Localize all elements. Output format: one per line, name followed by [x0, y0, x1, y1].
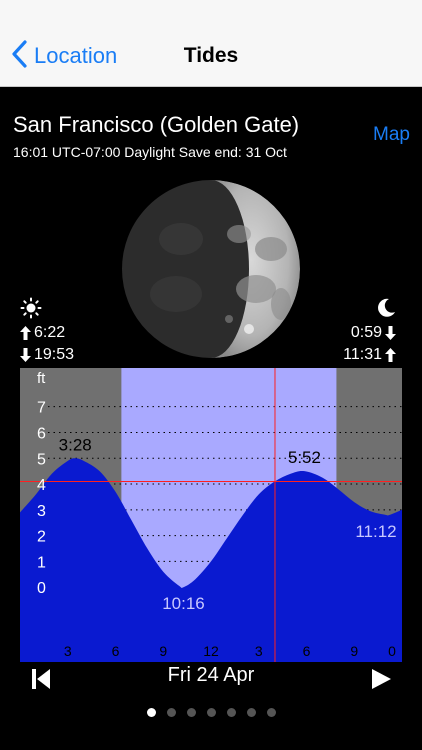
moon-phase-image — [121, 179, 301, 359]
arrow-up-icon — [385, 348, 396, 362]
y-tick-label: 1 — [37, 554, 46, 571]
moon-times: 0:59 11:31 — [343, 298, 396, 366]
y-tick-label: 2 — [37, 529, 46, 546]
page-dot[interactable] — [206, 708, 216, 717]
tide-chart[interactable]: ft 7 6 5 4 3 2 1 0 3 6 9 12 3 6 9 0 3:28 10:16 5:52 11:12 — [20, 368, 402, 662]
sun-icon — [20, 297, 42, 324]
x-tick-label: 6 — [112, 643, 120, 659]
sunrise-time: 6:22 — [34, 324, 66, 341]
tide-event-label: 5:52 — [288, 448, 321, 467]
page-indicator[interactable] — [0, 708, 422, 717]
arrow-down-icon — [20, 348, 31, 362]
map-button[interactable]: Map — [373, 124, 410, 146]
arrow-down-icon — [385, 326, 396, 340]
arrow-up-icon — [20, 326, 31, 340]
page-dot[interactable] — [246, 708, 256, 717]
y-tick-label: 5 — [37, 451, 46, 468]
moonset-time: 11:31 — [343, 346, 382, 363]
tide-event-label: 3:28 — [59, 435, 92, 454]
x-tick-label: 0 — [388, 643, 396, 659]
page-dot[interactable] — [226, 708, 236, 717]
y-tick-label: 3 — [37, 503, 46, 520]
y-axis-unit: ft — [37, 370, 46, 387]
x-tick-label: 12 — [203, 643, 219, 659]
navigation-bar: Location Tides — [0, 0, 422, 87]
crescent-moon-icon — [376, 298, 396, 323]
next-day-button[interactable] — [370, 668, 392, 690]
sunset-time: 19:53 — [34, 346, 75, 363]
y-tick-label: 4 — [37, 477, 46, 494]
tide-event-label: 10:16 — [162, 594, 205, 613]
page-dot[interactable] — [146, 708, 156, 717]
time-zone-info: 16:01 UTC-07:00 Daylight Save end: 31 Oc… — [13, 144, 287, 160]
x-tick-label: 9 — [159, 643, 167, 659]
sun-times: 6:22 19:53 — [20, 297, 75, 366]
x-tick-label: 9 — [350, 643, 358, 659]
page-dot[interactable] — [266, 708, 276, 717]
play-forward-icon — [372, 669, 391, 689]
page-title: Tides — [183, 44, 239, 67]
moonrise-time: 0:59 — [350, 324, 382, 341]
date-label: Fri 24 Apr — [167, 664, 255, 686]
x-tick-label: 6 — [303, 643, 311, 659]
y-tick-label: 6 — [37, 425, 46, 442]
y-tick-label: 7 — [37, 400, 46, 417]
tide-event-label: 11:12 — [355, 522, 396, 541]
x-tick-label: 3 — [255, 643, 263, 659]
location-name: San Francisco (Golden Gate) — [13, 112, 300, 137]
date-navigation: Fri 24 Apr — [0, 662, 422, 692]
y-tick-label: 0 — [37, 580, 46, 597]
page-dot[interactable] — [166, 708, 176, 717]
page-dot[interactable] — [186, 708, 196, 717]
x-tick-label: 3 — [64, 643, 72, 659]
